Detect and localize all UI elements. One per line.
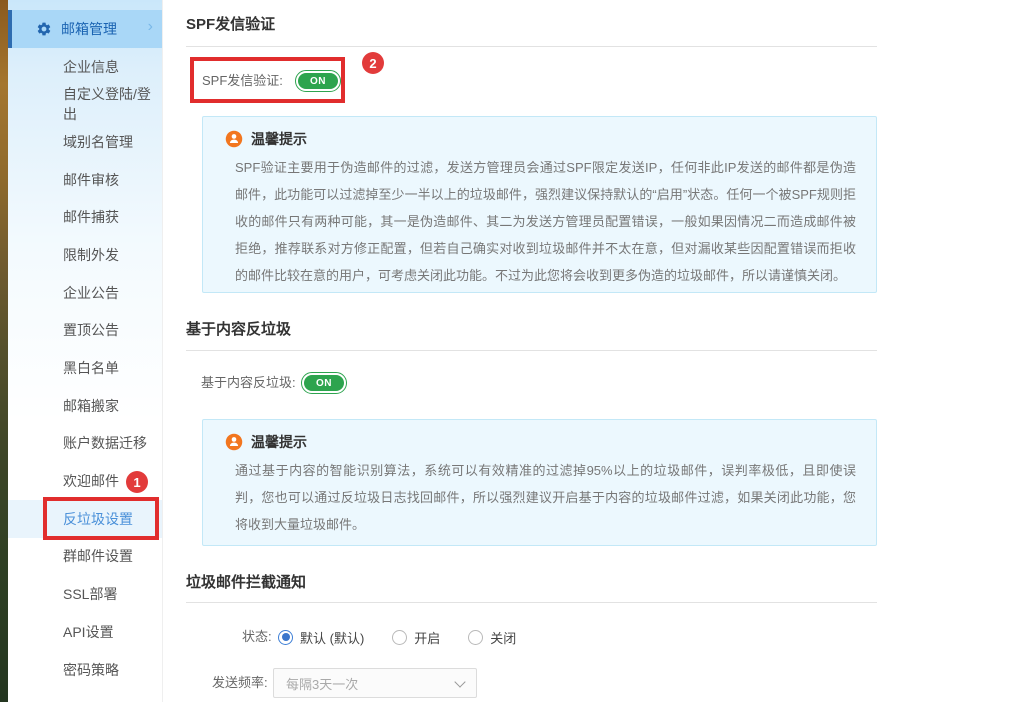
sidebar-item-label: 账户数据迁移 [63, 433, 147, 453]
desktop-background-strip [0, 0, 8, 702]
sidebar-item-label: 黑白名单 [63, 358, 119, 378]
sidebar-item-black-white-list[interactable]: 黑白名单 [8, 349, 162, 387]
sidebar-item-mailbox-management[interactable]: 邮箱管理 › [8, 10, 162, 48]
section-title-spam-notice: 垃圾邮件拦截通知 [186, 571, 306, 592]
tip-header: 温馨提示 [225, 129, 856, 149]
divider [186, 350, 877, 351]
spf-tip-box: 温馨提示 SPF验证主要用于伪造邮件的过滤，发送方管理员会通过SPF限定发送IP… [202, 116, 877, 293]
sidebar-item-label: 企业公告 [63, 283, 119, 303]
sidebar-item-password-policy[interactable]: 密码策略 [8, 651, 162, 689]
sidebar-item-antispam-settings[interactable]: 反垃圾设置 [8, 500, 162, 538]
sidebar-item-api-settings[interactable]: API设置 [8, 613, 162, 651]
tip-person-icon [225, 433, 243, 451]
radio-default[interactable]: 默认 (默认) [278, 628, 364, 647]
sidebar-item-mail-audit[interactable]: 邮件审核 [8, 161, 162, 199]
tip-person-icon [225, 130, 243, 148]
tip-body-text: SPF验证主要用于伪造邮件的过滤，发送方管理员会通过SPF限定发送IP，任何非此… [235, 154, 856, 289]
status-radio-group: 默认 (默认) 开启 关闭 [278, 622, 516, 652]
chevron-down-icon [454, 676, 465, 687]
sidebar-item-label: 群邮件设置 [63, 546, 133, 566]
radio-button-icon[interactable] [392, 630, 407, 645]
sidebar-item-label: 域别名管理 [63, 132, 133, 152]
radio-off[interactable]: 关闭 [468, 628, 516, 647]
annotation-step-badge: 2 [362, 52, 384, 74]
tip-body-text: 通过基于内容的智能识别算法，系统可以有效精准的过滤掉95%以上的垃圾邮件，误判率… [235, 457, 856, 538]
sidebar-item-mail-capture[interactable]: 邮件捕获 [8, 198, 162, 236]
sidebar-item-outbound-limit[interactable]: 限制外发 [8, 236, 162, 274]
frequency-selected-value: 每隔3天一次 [286, 674, 358, 693]
sidebar-item-label: 邮件捕获 [63, 207, 119, 227]
status-label: 状态: [242, 622, 272, 652]
content-antispam-toggle-label: 基于内容反垃圾: [201, 368, 296, 398]
content-antispam-tip-box: 温馨提示 通过基于内容的智能识别算法，系统可以有效精准的过滤掉95%以上的垃圾邮… [202, 419, 877, 546]
radio-button-checked-icon[interactable] [278, 630, 293, 645]
spf-toggle-label: SPF发信验证: [202, 66, 283, 96]
antispam-settings-page: { "colors": { "toggle_green": "#2da44e",… [0, 0, 1026, 702]
sidebar-item-account-data-migration[interactable]: 账户数据迁移 [8, 425, 162, 463]
tip-title: 温馨提示 [251, 129, 307, 149]
radio-label: 开启 [414, 628, 440, 647]
chevron-right-icon: › [148, 18, 153, 36]
sidebar-item-label: 邮箱搬家 [63, 396, 119, 416]
sidebar-menu: 邮箱管理 › 企业信息 自定义登陆/登出 域别名管理 邮件审核 邮件捕获 限制外… [8, 0, 162, 688]
radio-label: 默认 (默认) [300, 628, 364, 647]
tip-header: 温馨提示 [225, 432, 856, 452]
sidebar-item-custom-login-logout[interactable]: 自定义登陆/登出 [8, 85, 162, 123]
radio-label: 关闭 [490, 628, 516, 647]
sidebar-item-mailbox-migration[interactable]: 邮箱搬家 [8, 387, 162, 425]
radio-button-icon[interactable] [468, 630, 483, 645]
sidebar-item-company-info[interactable]: 企业信息 [8, 48, 162, 86]
radio-on[interactable]: 开启 [392, 628, 440, 647]
tip-title: 温馨提示 [251, 432, 307, 452]
section-title-content-antispam: 基于内容反垃圾 [186, 318, 291, 339]
frequency-select[interactable]: 每隔3天一次 [273, 668, 477, 698]
sidebar-item-pinned-announcement[interactable]: 置顶公告 [8, 312, 162, 350]
sidebar-item-label: 密码策略 [63, 660, 119, 680]
sidebar-item-label: 自定义登陆/登出 [63, 84, 162, 124]
sidebar-item-domain-alias[interactable]: 域别名管理 [8, 123, 162, 161]
content-antispam-toggle[interactable]: ON [301, 372, 347, 394]
sidebar-item-group-mail-settings[interactable]: 群邮件设置 [8, 538, 162, 576]
sidebar-item-label: 限制外发 [63, 245, 119, 265]
sidebar-item-label: API设置 [63, 622, 114, 642]
sidebar-item-label: 欢迎邮件 [63, 471, 119, 491]
divider [186, 602, 877, 603]
main-content: SPF发信验证 SPF发信验证: ON 温馨提示 SPF验证主要用于伪造邮件的过… [163, 0, 1026, 702]
frequency-label: 发送频率: [212, 668, 268, 698]
section-title-spf: SPF发信验证 [186, 13, 275, 34]
divider [186, 46, 877, 47]
annotation-step-badge: 1 [126, 471, 148, 493]
sidebar-item-label: 置顶公告 [63, 320, 119, 340]
sidebar-item-company-announcement[interactable]: 企业公告 [8, 274, 162, 312]
sidebar-item-label: SSL部署 [63, 584, 117, 604]
toggle-on-state: ON [298, 73, 338, 89]
gear-icon [36, 21, 52, 37]
spf-toggle[interactable]: ON [295, 70, 341, 92]
toggle-on-state: ON [304, 375, 344, 391]
sidebar-item-label: 邮件审核 [63, 170, 119, 190]
sidebar-item-ssl-deploy[interactable]: SSL部署 [8, 575, 162, 613]
sidebar-item-label: 邮箱管理 [61, 19, 117, 39]
sidebar-item-label: 反垃圾设置 [63, 509, 133, 529]
sidebar: 邮箱管理 › 企业信息 自定义登陆/登出 域别名管理 邮件审核 邮件捕获 限制外… [8, 0, 163, 702]
sidebar-item-label: 企业信息 [63, 57, 119, 77]
